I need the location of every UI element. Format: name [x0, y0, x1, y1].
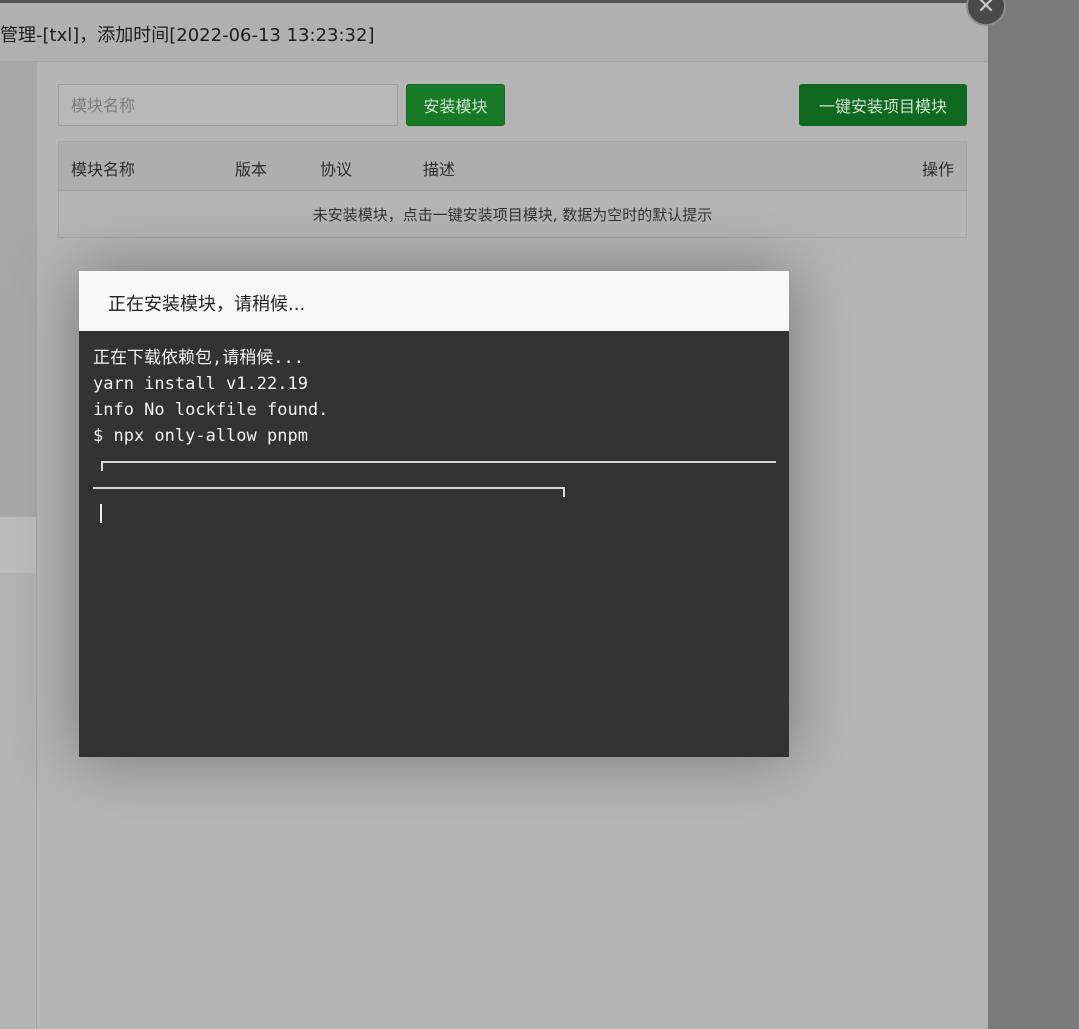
terminal-line: $ npx only-allow pnpm [93, 426, 308, 446]
column-version: 版本 [235, 160, 268, 179]
module-name-search-input[interactable] [58, 84, 398, 126]
column-module-name: 模块名称 [71, 160, 136, 179]
dialog-title: 管理-[txl]，添加时间[2022-06-13 13:23:32] [0, 25, 375, 46]
terminal-line: yarn install v1.22.19 [93, 374, 308, 394]
left-panel-top [0, 62, 36, 517]
install-module-button[interactable]: 安装模块 [406, 84, 505, 126]
left-panel-active-item[interactable] [0, 517, 36, 573]
column-license: 协议 [320, 160, 353, 179]
terminal-box-bottom-border [93, 487, 565, 489]
install-progress-modal: 正在安装模块，请稍候... 正在下载依赖包,请稍候... yarn instal… [79, 271, 789, 757]
top-border [0, 0, 975, 3]
terminal-cursor [100, 504, 102, 523]
terminal-output: 正在下载依赖包,请稍候... yarn install v1.22.19 inf… [79, 331, 789, 757]
terminal-box-top-corner [101, 461, 103, 471]
close-icon: ✕ [976, 0, 996, 19]
onekey-install-button[interactable]: 一键安装项目模块 [799, 84, 967, 126]
dialog-header: 管理-[txl]，添加时间[2022-06-13 13:23:32] [0, 3, 988, 62]
module-table: 模块名称 版本 协议 描述 操作 未安装模块，点击一键安装项目模块, 数据为空时… [58, 141, 967, 238]
modal-title: 正在安装模块，请稍候... [108, 294, 306, 315]
empty-message: 未安装模块，点击一键安装项目模块, 数据为空时的默认提示 [312, 205, 713, 224]
terminal-line: 正在下载依赖包,请稍候... [93, 348, 304, 368]
terminal-box-top-border [101, 461, 776, 463]
table-empty-row: 未安装模块，点击一键安装项目模块, 数据为空时的默认提示 [59, 191, 966, 237]
column-description: 描述 [423, 160, 456, 179]
column-actions: 操作 [921, 160, 954, 179]
table-header: 模块名称 版本 协议 描述 操作 [59, 142, 966, 191]
terminal-box-bottom-corner [563, 487, 565, 497]
terminal-line: info No lockfile found. [93, 400, 329, 420]
modal-header: 正在安装模块，请稍候... [79, 271, 789, 331]
